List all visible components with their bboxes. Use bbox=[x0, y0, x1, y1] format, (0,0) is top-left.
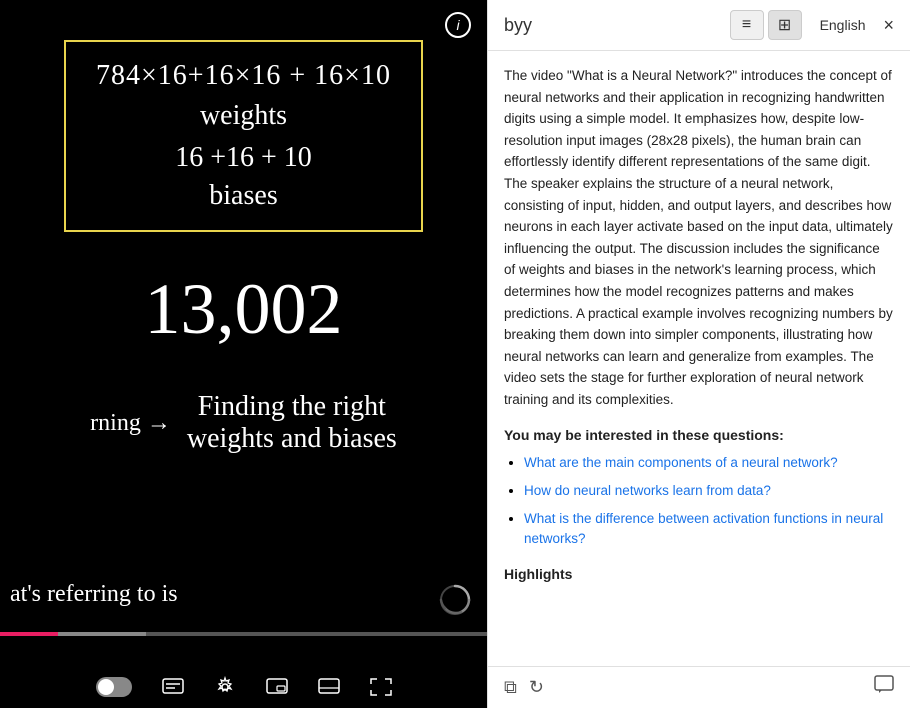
header-icons: ≡ ⊞ bbox=[730, 10, 802, 40]
total-number: 13,002 bbox=[145, 268, 343, 351]
math-line: 784×16+16×16 + 16×10 bbox=[96, 60, 391, 92]
comment-icon[interactable] bbox=[874, 675, 894, 700]
settings-icon[interactable] bbox=[214, 676, 236, 698]
highlights-heading: Highlights bbox=[504, 566, 894, 582]
questions-heading: You may be interested in these questions… bbox=[504, 427, 894, 443]
biases-line: 16 +16 + 10 bbox=[96, 142, 391, 174]
biases-label: biases bbox=[96, 180, 391, 212]
sidebar-footer: ⧉ ↻ bbox=[488, 666, 910, 708]
finding-line1: Finding the right bbox=[187, 391, 397, 423]
video-content: i 784×16+16×16 + 16×10 weights 16 +16 + … bbox=[0, 0, 487, 708]
finding-text: Finding the right weights and biases bbox=[187, 391, 397, 455]
weights-label: weights bbox=[96, 100, 391, 132]
subtitles-icon[interactable] bbox=[162, 678, 184, 696]
progress-bar[interactable] bbox=[0, 632, 487, 636]
rning-text: rning → bbox=[90, 410, 171, 437]
hamburger-button[interactable]: ≡ bbox=[730, 10, 764, 40]
copy-icon[interactable]: ⧉ bbox=[504, 677, 517, 698]
theater-icon[interactable] bbox=[318, 678, 340, 696]
biases-section: 16 +16 + 10 biases bbox=[96, 142, 391, 212]
footer-left-icons: ⧉ ↻ bbox=[504, 677, 544, 698]
refresh-icon[interactable]: ↻ bbox=[529, 677, 544, 698]
bottom-caption: at's referring to is bbox=[0, 581, 178, 608]
list-item: What is the difference between activatio… bbox=[524, 509, 894, 550]
grid-button[interactable]: ⊞ bbox=[768, 10, 802, 40]
list-item: What are the main components of a neural… bbox=[524, 453, 894, 473]
rning-row: rning → Finding the right weights and bi… bbox=[90, 391, 397, 455]
byy-label: byy bbox=[504, 15, 720, 36]
controls-bar bbox=[0, 676, 487, 698]
sidebar-panel: byy ≡ ⊞ English × The video "What is a N… bbox=[487, 0, 910, 708]
finding-line2: weights and biases bbox=[187, 423, 397, 455]
video-panel: i 784×16+16×16 + 16×10 weights 16 +16 + … bbox=[0, 0, 487, 708]
close-button[interactable]: × bbox=[883, 15, 894, 36]
summary-text: The video "What is a Neural Network?" in… bbox=[504, 65, 894, 411]
questions-list: What are the main components of a neural… bbox=[504, 453, 894, 550]
sidebar-content: The video "What is a Neural Network?" in… bbox=[488, 51, 910, 666]
pip-icon[interactable] bbox=[266, 678, 288, 696]
sidebar-header: byy ≡ ⊞ English × bbox=[488, 0, 910, 51]
fullscreen-icon[interactable] bbox=[370, 678, 392, 696]
yellow-box: 784×16+16×16 + 16×10 weights 16 +16 + 10… bbox=[64, 40, 423, 232]
play-pause-toggle[interactable] bbox=[96, 677, 132, 697]
question-link-2[interactable]: How do neural networks learn from data? bbox=[524, 483, 771, 498]
list-item: How do neural networks learn from data? bbox=[524, 481, 894, 501]
progress-gray bbox=[58, 632, 146, 636]
question-link-3[interactable]: What is the difference between activatio… bbox=[524, 511, 883, 546]
question-link-1[interactable]: What are the main components of a neural… bbox=[524, 455, 838, 470]
language-label: English bbox=[820, 17, 866, 33]
spinner-icon bbox=[437, 582, 473, 618]
info-icon[interactable]: i bbox=[445, 12, 471, 38]
progress-fill bbox=[0, 632, 58, 636]
